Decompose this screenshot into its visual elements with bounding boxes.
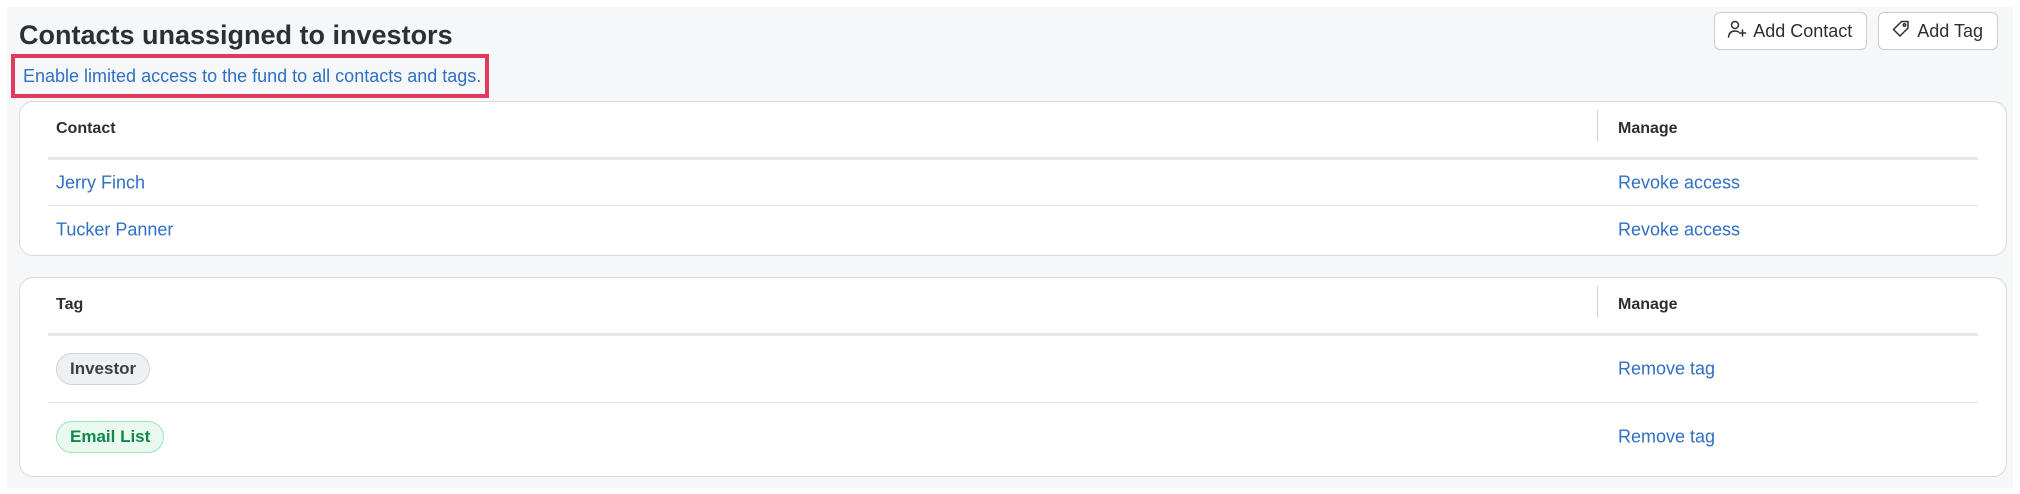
contacts-table-header: Contact Manage [48, 102, 1978, 160]
add-tag-button[interactable]: Add Tag [1878, 12, 1998, 50]
tag-icon [1891, 19, 1911, 44]
column-divider [1597, 110, 1598, 142]
contact-link[interactable]: Tucker Panner [56, 220, 173, 241]
table-row: Tucker Panner Revoke access [48, 206, 1978, 254]
revoke-access-link[interactable]: Revoke access [1618, 220, 1740, 241]
tag-badge-email-list: Email List [56, 420, 165, 453]
tags-table-header: Tag Manage [48, 278, 1978, 336]
page-title: Contacts unassigned to investors [19, 20, 453, 50]
column-divider [1597, 286, 1598, 318]
contacts-unassigned-panel: Contacts unassigned to investors Add Con… [7, 7, 2013, 488]
contacts-table: Contact Manage Jerry Finch Revoke access… [19, 101, 2007, 256]
user-plus-icon [1727, 19, 1747, 44]
column-header-contact: Contact [56, 120, 116, 137]
table-row: Email List Remove tag [48, 403, 1978, 470]
column-header-tag: Tag [56, 296, 84, 313]
table-row: Jerry Finch Revoke access [48, 160, 1978, 206]
revoke-access-link[interactable]: Revoke access [1618, 172, 1740, 193]
table-row: Investor Remove tag [48, 336, 1978, 403]
toolbar: Add Contact Add Tag [1714, 12, 1998, 50]
contact-link[interactable]: Jerry Finch [56, 172, 145, 193]
remove-tag-link[interactable]: Remove tag [1618, 426, 1715, 447]
column-header-manage: Manage [1618, 120, 1678, 137]
column-header-manage: Manage [1618, 296, 1678, 313]
remove-tag-link[interactable]: Remove tag [1618, 359, 1715, 380]
enable-limited-access-link[interactable]: Enable limited access to the fund to all… [23, 66, 481, 87]
tags-table: Tag Manage Investor Remove tag Email Lis… [19, 277, 2007, 477]
add-tag-label: Add Tag [1917, 20, 1983, 41]
enable-access-highlight: Enable limited access to the fund to all… [11, 54, 489, 98]
add-contact-label: Add Contact [1753, 20, 1853, 41]
add-contact-button[interactable]: Add Contact [1714, 12, 1868, 50]
tag-badge-investor: Investor [56, 353, 151, 385]
